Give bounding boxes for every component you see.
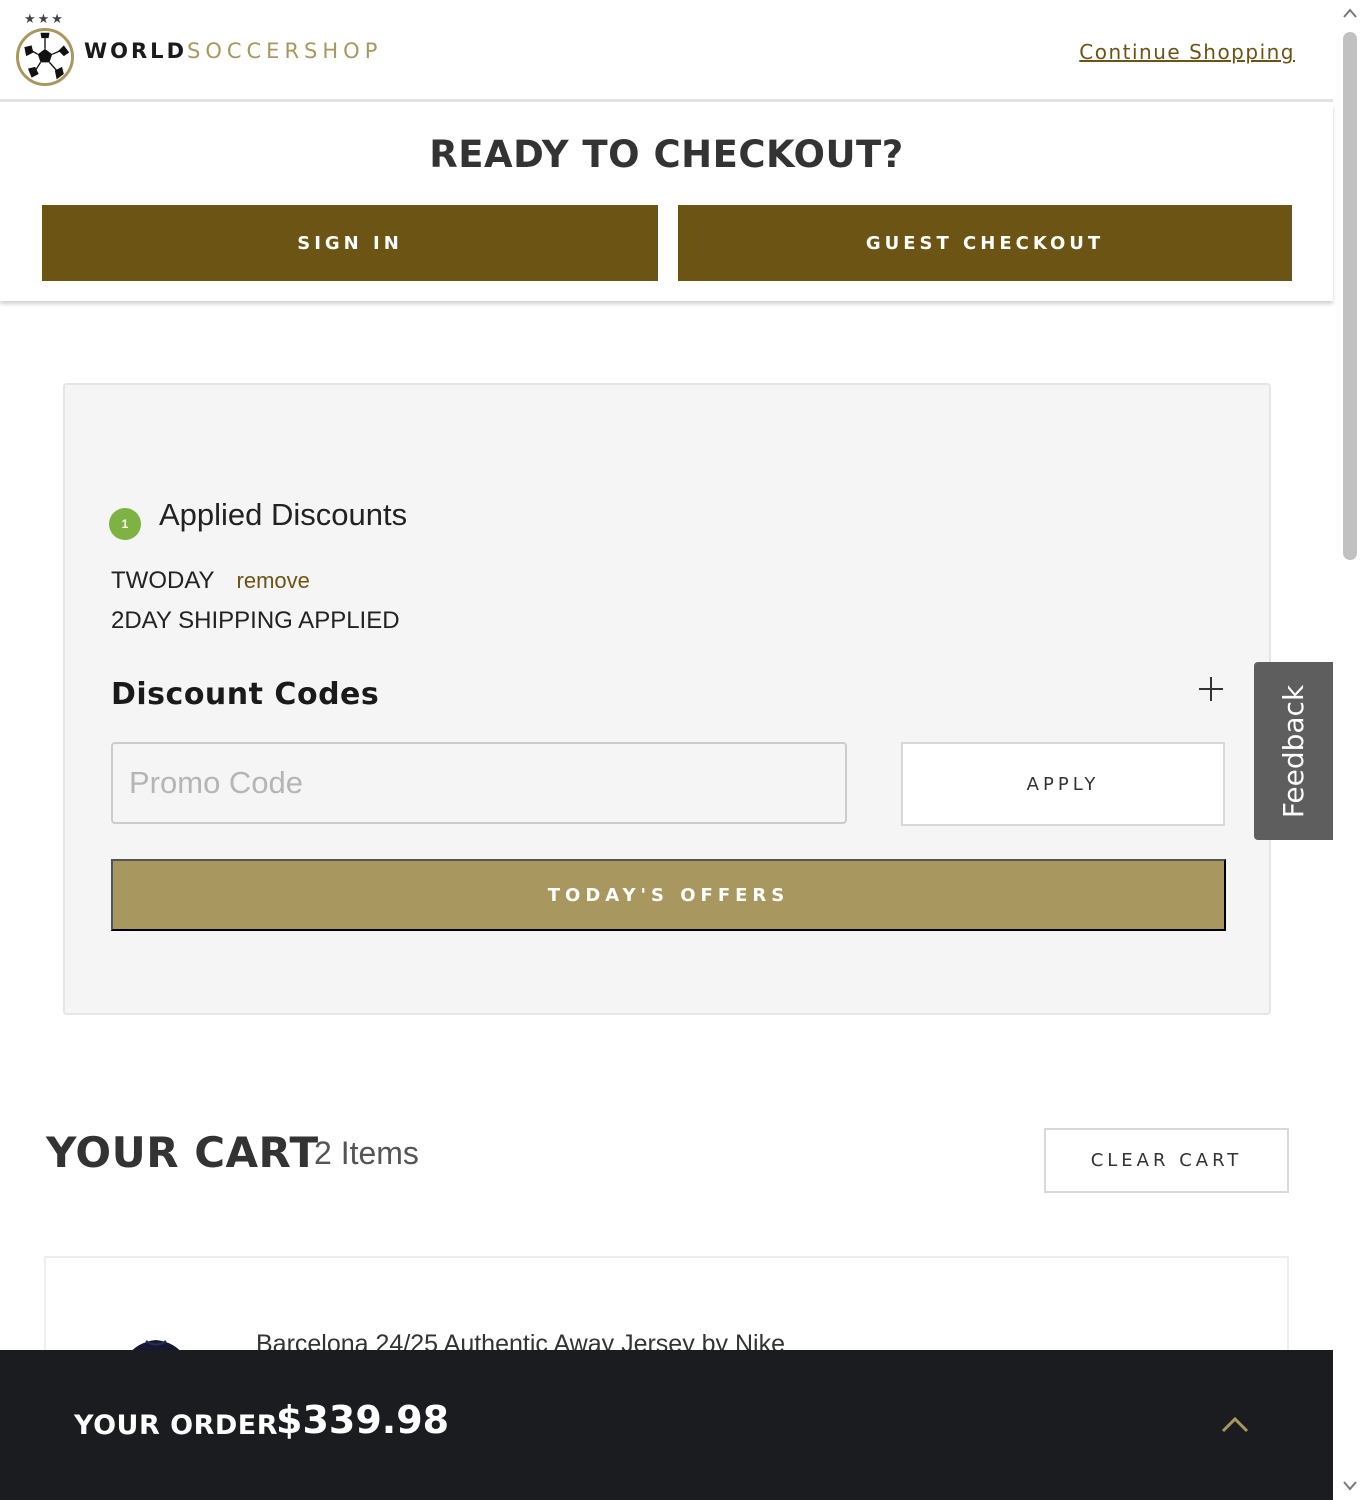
brand-word-2: SOCCERSHOP	[187, 39, 383, 63]
applied-discount-item: TWODAY remove	[111, 567, 310, 595]
applied-count-badge: 1	[109, 508, 141, 540]
checkout-title: READY TO CHECKOUT?	[429, 133, 904, 176]
site-logo[interactable]: ★★★ WORLDSOCCERSHOP	[14, 12, 382, 90]
checkout-band: READY TO CHECKOUT? SIGN IN GUEST CHECKOU…	[0, 103, 1333, 301]
discount-code-name: TWODAY	[111, 567, 215, 594]
promo-code-input[interactable]	[111, 742, 847, 824]
discount-panel: 1 Applied Discounts TWODAY remove 2DAY S…	[63, 383, 1271, 1015]
continue-shopping-link[interactable]: Continue Shopping	[1079, 40, 1295, 64]
feedback-tab[interactable]: Feedback	[1254, 662, 1333, 840]
todays-offers-button[interactable]: TODAY'S OFFERS	[111, 859, 1226, 931]
discount-description: 2DAY SHIPPING APPLIED	[111, 607, 400, 634]
guest-checkout-button[interactable]: GUEST CHECKOUT	[678, 205, 1292, 281]
order-summary-bar[interactable]: YOUR ORDER $339.98	[0, 1350, 1333, 1500]
apply-button[interactable]: APPLY	[901, 742, 1225, 826]
scrollbar-thumb[interactable]	[1343, 32, 1357, 560]
order-label: YOUR ORDER	[74, 1410, 279, 1441]
site-header: ★★★ WORLDSOCCERSHOP Continue Shopping	[0, 0, 1333, 102]
applied-discounts-title: Applied Discounts	[159, 497, 408, 532]
scroll-down-arrow-icon[interactable]	[1340, 1476, 1360, 1494]
clear-cart-button[interactable]: CLEAR CART	[1044, 1128, 1289, 1193]
soccer-ball-icon	[16, 28, 74, 86]
plus-icon[interactable]	[1197, 675, 1225, 703]
sign-in-button[interactable]: SIGN IN	[42, 205, 658, 281]
chevron-up-icon[interactable]	[1218, 1412, 1252, 1436]
remove-discount-link[interactable]: remove	[237, 568, 310, 594]
order-total: $339.98	[276, 1398, 450, 1442]
discount-codes-title: Discount Codes	[111, 677, 380, 712]
brand-name: WORLDSOCCERSHOP	[84, 39, 382, 63]
cart-title: YOUR CART	[46, 1128, 319, 1177]
cart-item-count: 2 Items	[314, 1135, 419, 1171]
page-scrollbar[interactable]	[1336, 0, 1364, 1500]
feedback-label: Feedback	[1277, 684, 1310, 818]
logo-mark: ★★★	[14, 12, 76, 90]
brand-word-1: WORLD	[84, 39, 187, 63]
logo-stars: ★★★	[24, 12, 65, 27]
scroll-up-arrow-icon[interactable]	[1340, 4, 1360, 22]
applied-discounts-header: 1 Applied Discounts	[109, 490, 407, 540]
